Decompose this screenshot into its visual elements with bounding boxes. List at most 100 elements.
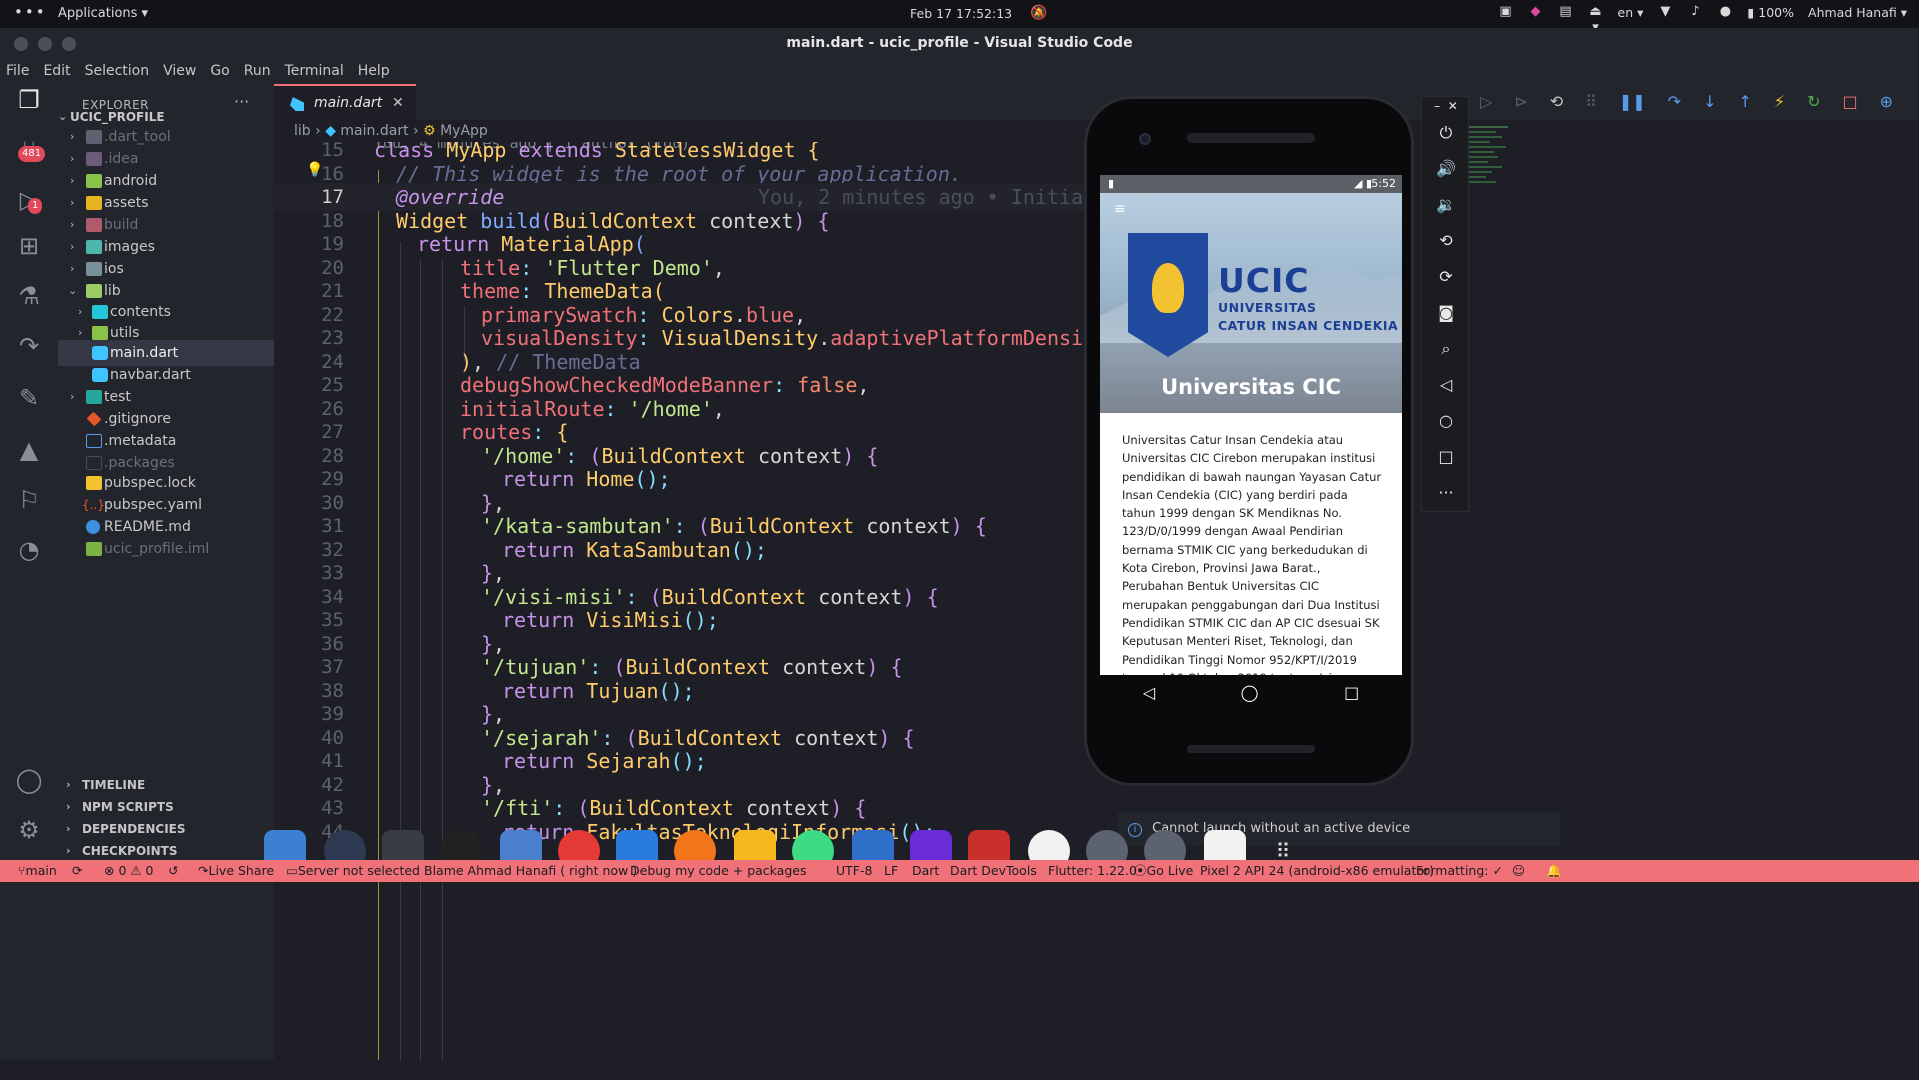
git-graph-icon[interactable]: ◔: [13, 534, 45, 566]
close-window-button[interactable]: [14, 37, 28, 51]
debug-mode-status[interactable]: Debug my code + packages: [630, 860, 806, 882]
microphone-icon[interactable]: ●: [1717, 4, 1733, 20]
breadcrumb-file[interactable]: main.dart: [340, 123, 408, 139]
notifications-off-icon[interactable]: 🔕: [1030, 5, 1047, 21]
git-file-icon: [86, 411, 102, 427]
android-nav-bar: ◁ ◯ □: [1100, 675, 1402, 709]
emulator-screen[interactable]: ▮ ◢ ▮ 5:52 ≡ UCIC UNIVERSITAS CATUR INSA…: [1100, 175, 1402, 675]
drag-handle-icon[interactable]: ⠿: [1585, 92, 1597, 111]
language-mode[interactable]: Dart: [912, 860, 939, 882]
azure-icon[interactable]: ▲: [13, 434, 45, 466]
restart-icon[interactable]: ↻: [1807, 92, 1820, 111]
rotate-left-icon[interactable]: ⟲: [1422, 231, 1470, 250]
system-clock[interactable]: Feb 17 17:52:13: [910, 6, 1012, 21]
menu-view[interactable]: View: [163, 63, 196, 79]
dart-icon: ◆: [325, 123, 336, 139]
feedback-icon[interactable]: ☺: [1512, 860, 1525, 882]
volume-down-icon[interactable]: 🔉: [1422, 195, 1470, 214]
breadcrumb-symbol[interactable]: MyApp: [440, 123, 488, 139]
breadcrumb-folder[interactable]: lib: [294, 123, 311, 139]
git-blame-status[interactable]: Blame Ahmad Hanafi ( right now ): [424, 860, 637, 882]
maximize-window-button[interactable]: [62, 37, 76, 51]
menu-file[interactable]: File: [6, 63, 29, 79]
overview-icon[interactable]: □: [1422, 447, 1470, 466]
hamburger-menu-icon[interactable]: ≡: [1114, 202, 1128, 216]
display-icon[interactable]: ▣: [1498, 4, 1514, 20]
bell-icon[interactable]: 🔔: [1546, 860, 1562, 882]
system-dots-icon[interactable]: •••: [14, 3, 47, 21]
language-indicator[interactable]: en ▾: [1618, 5, 1644, 20]
editor-minimap[interactable]: [1468, 126, 1528, 216]
stop-icon[interactable]: □: [1843, 92, 1858, 111]
eject-icon[interactable]: ⏏ ▾: [1588, 4, 1604, 35]
inspect-icon[interactable]: ⊕: [1880, 92, 1893, 111]
encoding-status[interactable]: UTF-8: [836, 860, 872, 882]
go-live-status[interactable]: ⦿ Go Live: [1134, 860, 1193, 882]
app-title: Universitas CIC: [1161, 375, 1341, 399]
battery-indicator[interactable]: ▮ 100%: [1747, 5, 1794, 20]
explorer-icon[interactable]: ❐: [13, 84, 45, 116]
folder-icon: [92, 326, 108, 340]
emu-minimize-close[interactable]: – ✕: [1422, 99, 1470, 113]
hot-reload-bolt-icon[interactable]: ⚡: [1774, 92, 1785, 111]
formatting-status[interactable]: Formatting: ✓: [1416, 860, 1503, 882]
wifi-icon[interactable]: ▼: [1657, 4, 1673, 20]
bookmarks-icon[interactable]: ⚐: [13, 484, 45, 516]
step-over-icon[interactable]: ↷: [1668, 92, 1681, 111]
tab-main-dart[interactable]: main.dart ✕: [274, 84, 416, 120]
sync-icon[interactable]: ⟳: [72, 860, 82, 882]
live-share-icon[interactable]: ↷: [13, 330, 45, 362]
eol-status[interactable]: LF: [884, 860, 898, 882]
devtools-status[interactable]: Dart DevTools: [950, 860, 1037, 882]
back-icon[interactable]: ◁: [1143, 683, 1155, 702]
settings-gear-icon[interactable]: ⚙: [13, 814, 45, 846]
home-icon[interactable]: ○: [1422, 411, 1470, 430]
back-icon[interactable]: ◁: [1422, 375, 1470, 394]
git-branch[interactable]: ⑂ main: [18, 860, 57, 882]
volume-icon[interactable]: ♪: [1687, 4, 1703, 20]
about-paragraph: Universitas Catur Insan Cendekia atau Un…: [1122, 433, 1382, 675]
emulator-toolbar: – ✕ ⏻ 🔊 🔉 ⟲ ⟳ ◙ ⌕ ◁ ○ □ ···: [1421, 96, 1469, 512]
user-menu[interactable]: Ahmad Hanafi ▾: [1808, 5, 1907, 20]
applications-menu[interactable]: Applications ▾: [58, 6, 148, 21]
folder-icon: [86, 218, 102, 232]
more-icon[interactable]: ···: [1422, 483, 1470, 502]
menu-terminal[interactable]: Terminal: [285, 63, 344, 79]
menu-selection[interactable]: Selection: [85, 63, 150, 79]
menu-help[interactable]: Help: [358, 63, 390, 79]
server-status[interactable]: ▭ Server not selected: [286, 860, 420, 882]
live-share-status[interactable]: ↷ Live Share: [198, 860, 274, 882]
testing-icon[interactable]: ⚗: [13, 280, 45, 312]
zoom-icon[interactable]: ⌕: [1422, 339, 1470, 359]
close-tab-icon[interactable]: ✕: [392, 86, 404, 120]
activity-bar: ❐ ⑂ 481 ▷ 1 ⊞ ⚗ ↷ ✎ ▲ ⚐ ◔ ◯ ⚙: [0, 84, 58, 1060]
volume-up-icon[interactable]: 🔊: [1422, 159, 1470, 178]
step-into-icon[interactable]: ↓: [1703, 92, 1716, 111]
clipboard-icon[interactable]: ▤: [1558, 4, 1574, 20]
pause-icon[interactable]: ❚❚: [1619, 92, 1646, 111]
rotate-right-icon[interactable]: ⟳: [1422, 267, 1470, 286]
logo-subtitle: UNIVERSITAS CATUR INSAN CENDEKIA: [1218, 300, 1399, 333]
debug-icon[interactable]: ⊳: [1514, 92, 1527, 111]
hot-reload-icon[interactable]: ⟲: [1550, 92, 1563, 111]
tree-item-iml[interactable]: ucic_profile.iml: [58, 536, 274, 562]
history-icon[interactable]: ↺: [168, 860, 178, 882]
power-icon[interactable]: ⏻: [1422, 123, 1470, 143]
flutter-version[interactable]: Flutter: 1.22.0: [1048, 860, 1137, 882]
device-status[interactable]: Pixel 2 API 24 (android-x86 emulator): [1200, 860, 1434, 882]
menu-run[interactable]: Run: [244, 63, 271, 79]
remote-icon[interactable]: ✎: [13, 382, 45, 414]
minimize-window-button[interactable]: [38, 37, 52, 51]
account-icon[interactable]: ◯: [13, 764, 45, 796]
step-out-icon[interactable]: ↑: [1738, 92, 1751, 111]
explorer-sidebar: EXPLORER ··· ⌄ UCIC_PROFILE › .dart_tool…: [58, 84, 274, 1060]
run-icon[interactable]: ▷: [1480, 92, 1492, 111]
extensions-icon[interactable]: ⊞: [13, 230, 45, 262]
screenshot-icon[interactable]: ◙: [1422, 303, 1470, 322]
recents-icon[interactable]: □: [1344, 683, 1359, 702]
problems-indicator[interactable]: ⊗ 0 ⚠ 0: [104, 860, 154, 882]
menu-edit[interactable]: Edit: [43, 63, 70, 79]
color-picker-icon[interactable]: ◆: [1528, 4, 1544, 20]
home-icon[interactable]: ◯: [1241, 683, 1259, 702]
menu-go[interactable]: Go: [210, 63, 229, 79]
